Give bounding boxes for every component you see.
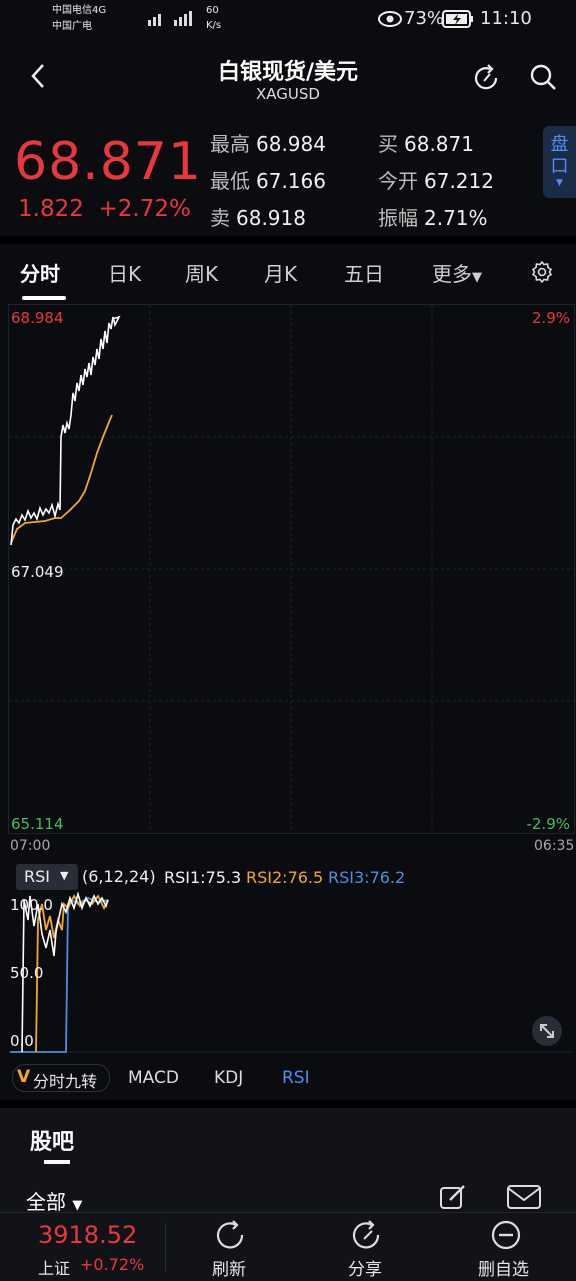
signal-icon bbox=[148, 10, 194, 30]
eye-icon bbox=[378, 10, 402, 32]
tab-fenshi[interactable]: 分时 bbox=[20, 258, 60, 287]
intraday-chart[interactable]: 68.984 67.049 65.114 2.9% -2.9% bbox=[8, 304, 575, 834]
clock: 11:10 bbox=[480, 8, 532, 29]
indicator-tab-nine[interactable]: V 分时九转 bbox=[12, 1064, 110, 1092]
header: 白银现货/美元 XAGUSD bbox=[0, 40, 576, 110]
axis-end-time: 06:35 bbox=[534, 838, 575, 854]
divider bbox=[0, 236, 576, 244]
change-value: 1.822 bbox=[18, 196, 84, 222]
rsi-axis-50: 50.0 bbox=[10, 964, 44, 982]
axis-bottom-price: 65.114 bbox=[11, 815, 64, 833]
net-unit: K/s bbox=[206, 20, 222, 31]
community-header: 股吧 bbox=[0, 1108, 576, 1168]
rsi-axis-0: 0.0 bbox=[10, 1032, 34, 1050]
rsi-chart-canvas bbox=[8, 891, 573, 1053]
share-icon bbox=[352, 1220, 380, 1249]
axis-mid-price: 67.049 bbox=[11, 563, 64, 581]
quote-low: 最低 67.166 bbox=[210, 169, 326, 193]
v-logo-icon: V bbox=[17, 1067, 31, 1087]
search-icon[interactable] bbox=[528, 62, 558, 96]
indicator-tab-kdj[interactable]: KDJ bbox=[214, 1068, 243, 1088]
net-speed: 60 bbox=[206, 5, 219, 16]
axis-top-price: 68.984 bbox=[11, 309, 64, 327]
tab-more[interactable]: 更多▼ bbox=[432, 258, 482, 287]
index-name: 上证 bbox=[38, 1259, 71, 1278]
community-tab-indicator bbox=[44, 1160, 70, 1164]
community-title[interactable]: 股吧 bbox=[30, 1124, 74, 1156]
minus-circle-icon bbox=[491, 1220, 521, 1250]
rsi-axis-100: 100.0 bbox=[10, 896, 53, 914]
caret-down-icon: ▼ bbox=[472, 270, 482, 285]
quote-open: 今开 67.212 bbox=[378, 169, 494, 193]
rsi2-line bbox=[35, 894, 109, 1053]
axis-start-time: 07:00 bbox=[10, 838, 51, 854]
tab-indicator bbox=[22, 296, 66, 300]
carrier-1: 中国电信4G bbox=[52, 5, 107, 16]
price-line bbox=[10, 315, 121, 546]
bottom-bar: 3918.52 上证 +0.72% 刷新 分享 删自选 bbox=[0, 1212, 576, 1281]
settings-gear-icon[interactable] bbox=[530, 260, 554, 288]
index-change: +0.72% bbox=[80, 1255, 145, 1274]
indicator-tab-rsi[interactable]: RSI bbox=[282, 1068, 310, 1088]
pankou-button[interactable]: 盘口 ▼ bbox=[543, 126, 576, 198]
axis-top-percent: 2.9% bbox=[531, 309, 570, 327]
rsi-chart[interactable]: 100.0 50.0 0.0 bbox=[8, 860, 573, 1053]
caret-down-icon: ▼ bbox=[556, 178, 563, 188]
remove-watchlist-button[interactable]: 删自选 bbox=[460, 1213, 560, 1281]
refresh-button[interactable]: 刷新 bbox=[190, 1213, 280, 1281]
index-ticker[interactable]: 3918.52 上证 +0.72% bbox=[0, 1213, 165, 1281]
tab-monthly-k[interactable]: 月K bbox=[264, 258, 297, 287]
quote-amplitude: 振幅 2.71% bbox=[378, 206, 488, 230]
price-change: 1.822 +2.72% bbox=[18, 196, 191, 222]
expand-icon[interactable] bbox=[532, 1016, 562, 1046]
quote-sell: 卖 68.918 bbox=[210, 206, 306, 230]
tab-five-day[interactable]: 五日 bbox=[344, 258, 384, 287]
divider bbox=[0, 1100, 576, 1108]
tab-daily-k[interactable]: 日K bbox=[108, 258, 141, 287]
change-percent: +2.72% bbox=[98, 196, 191, 222]
battery-percent: 73% bbox=[404, 8, 445, 29]
refresh-icon bbox=[216, 1220, 244, 1249]
axis-bottom-percent: -2.9% bbox=[526, 815, 570, 833]
filter-dropdown[interactable]: 全部 ▼ bbox=[26, 1186, 82, 1215]
share-button[interactable]: 分享 bbox=[326, 1213, 416, 1281]
quote-high: 最高 68.984 bbox=[210, 132, 326, 156]
edit-post-icon[interactable] bbox=[438, 1182, 468, 1216]
tab-weekly-k[interactable]: 周K bbox=[185, 258, 218, 287]
index-value: 3918.52 bbox=[38, 1221, 138, 1249]
battery-icon bbox=[442, 10, 474, 32]
refresh-icon[interactable] bbox=[470, 62, 502, 98]
indicator-tab-macd[interactable]: MACD bbox=[128, 1068, 179, 1088]
quote-buy: 买 68.871 bbox=[378, 132, 474, 156]
caret-down-icon: ▼ bbox=[72, 1198, 83, 1213]
intraday-chart-canvas bbox=[9, 305, 574, 833]
carrier-2: 中国广电 bbox=[52, 21, 92, 32]
community-filter-bar: 全部 ▼ bbox=[0, 1168, 576, 1215]
current-price: 68.871 bbox=[14, 132, 202, 192]
divider bbox=[165, 1223, 166, 1271]
status-bar: 中国电信4G 中国广电 60 K/s 73% 11:10 bbox=[0, 0, 576, 40]
